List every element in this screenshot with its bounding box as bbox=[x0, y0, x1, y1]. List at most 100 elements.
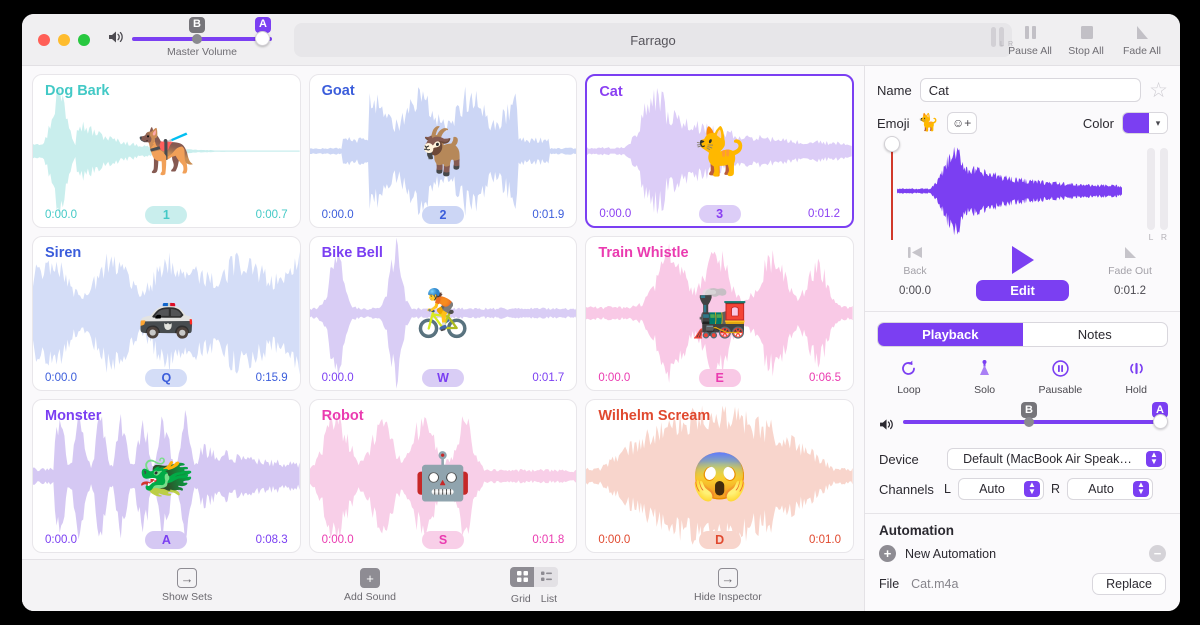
pause-all-button[interactable]: Pause All bbox=[1004, 20, 1056, 57]
name-input[interactable] bbox=[919, 78, 1142, 102]
add-sound-button[interactable]: + Add Sound bbox=[344, 568, 396, 603]
minimize-button[interactable] bbox=[58, 33, 70, 46]
sound-tile[interactable]: Monster 🐲 0:00.0 A 0:08.3 bbox=[32, 398, 301, 553]
mode-hold[interactable]: Hold bbox=[1098, 359, 1174, 396]
sound-tile[interactable]: Siren 🚓 0:00.0 Q 0:15.9 bbox=[32, 236, 301, 391]
fade-out-control[interactable]: Fade Out 0:01.2 bbox=[1094, 244, 1166, 297]
sound-tile-emoji: 🐐 bbox=[414, 125, 472, 178]
pause-circle-icon[interactable] bbox=[1023, 359, 1099, 381]
sound-tile-hotkey[interactable]: 1 bbox=[145, 206, 188, 225]
inspector-waveform[interactable]: L R bbox=[877, 136, 1168, 242]
star-icon[interactable]: ☆ bbox=[1149, 80, 1168, 101]
close-button[interactable] bbox=[38, 33, 50, 46]
fade-out-icon[interactable] bbox=[1094, 244, 1166, 264]
channel-left-select[interactable]: Auto ▲ ▼ bbox=[957, 478, 1044, 500]
fade-all-button[interactable]: Fade All bbox=[1116, 20, 1168, 57]
minus-circle-icon[interactable]: − bbox=[1149, 545, 1166, 562]
chevron-down-icon[interactable]: ▾ bbox=[1149, 113, 1167, 133]
tab-notes[interactable]: Notes bbox=[1023, 323, 1168, 346]
sound-volume-control[interactable]: B A bbox=[879, 402, 1168, 434]
plus-circle-icon[interactable]: + bbox=[879, 545, 896, 562]
mode-pausable[interactable]: Pausable bbox=[1023, 359, 1099, 396]
emoji-picker-button[interactable]: ☺+ bbox=[946, 112, 977, 134]
inspector-tabs: Playback Notes bbox=[877, 322, 1168, 347]
sound-volume-slider[interactable]: B A bbox=[903, 402, 1168, 429]
playhead-handle[interactable] bbox=[884, 136, 900, 152]
sound-tile-emoji: 🚂 bbox=[691, 287, 749, 340]
sound-tile-start-time: 0:00.0 bbox=[45, 209, 77, 222]
sound-volume-handle-a[interactable] bbox=[1153, 414, 1168, 429]
list-view-icon[interactable] bbox=[534, 566, 558, 587]
sound-tile[interactable]: Goat 🐐 0:00.0 2 0:01.9 bbox=[308, 74, 578, 229]
replace-button[interactable]: Replace bbox=[1092, 573, 1166, 595]
channel-right-stepper-icon[interactable]: ▲ ▼ bbox=[1132, 481, 1149, 497]
master-volume-control[interactable]: B A Master Volume bbox=[108, 16, 272, 58]
solo-icon[interactable] bbox=[947, 359, 1023, 381]
arrow-right-box-icon: → bbox=[177, 568, 198, 588]
sound-tile-hotkey[interactable]: E bbox=[698, 368, 741, 387]
sound-tile-name: Dog Bark bbox=[45, 83, 110, 99]
sound-volume-handle-b[interactable] bbox=[1023, 417, 1034, 427]
view-mode-segments[interactable] bbox=[510, 566, 558, 587]
mode-solo[interactable]: Solo bbox=[947, 359, 1023, 396]
sound-tile-emoji: 🐈 bbox=[691, 125, 749, 178]
traffic-lights bbox=[22, 33, 90, 46]
sound-tile[interactable]: Robot 🤖 0:00.0 S 0:01.8 bbox=[308, 398, 578, 553]
sound-volume-badge-b[interactable]: B bbox=[1020, 402, 1037, 418]
sound-tile-hotkey[interactable]: 2 bbox=[421, 206, 464, 225]
hide-inspector-button[interactable]: → Hide Inspector bbox=[694, 568, 762, 603]
view-mode-switch[interactable]: Grid List bbox=[510, 566, 558, 605]
sound-tile-hotkey[interactable]: A bbox=[145, 530, 188, 549]
back-time: 0:00.0 bbox=[899, 285, 931, 297]
color-picker-button[interactable]: ▾ bbox=[1122, 112, 1168, 134]
sound-volume-track[interactable] bbox=[903, 420, 1166, 424]
device-select[interactable]: Default (MacBook Air Speak… ▲ ▼ bbox=[947, 448, 1166, 470]
sound-tile-footer: 0:00.0 S 0:01.8 bbox=[310, 530, 577, 549]
master-volume-slider[interactable]: B A Master Volume bbox=[132, 16, 272, 58]
sound-tile-hotkey[interactable]: W bbox=[421, 368, 464, 387]
sound-tile-hotkey[interactable]: 3 bbox=[698, 205, 741, 224]
master-volume-handle-b[interactable] bbox=[192, 33, 202, 44]
master-volume-badge-b[interactable]: B bbox=[189, 16, 205, 33]
toolbar-actions: Pause All Stop All Fade All bbox=[1004, 20, 1168, 57]
grid-view-icon[interactable] bbox=[510, 566, 534, 587]
sound-tile-hotkey[interactable]: Q bbox=[145, 368, 188, 387]
play-icon[interactable] bbox=[1011, 246, 1034, 274]
sound-tile[interactable]: Dog Bark 🐕‍🦺 0:00.0 1 0:00.7 bbox=[32, 74, 301, 229]
loop-icon[interactable] bbox=[871, 359, 947, 381]
master-volume-handle-a[interactable] bbox=[255, 30, 270, 46]
emoji-value: 🐈 bbox=[917, 113, 939, 132]
sound-tile[interactable]: Bike Bell 🚴 0:00.0 W 0:01.7 bbox=[308, 236, 578, 391]
sound-tile[interactable]: Cat 🐈 0:00.0 3 0:01.2 bbox=[585, 74, 854, 229]
device-label: Device bbox=[879, 451, 919, 467]
sound-tile-hotkey[interactable]: S bbox=[421, 530, 464, 549]
inspector-divider-2 bbox=[865, 513, 1180, 514]
channel-right-select[interactable]: Auto ▲ ▼ bbox=[1066, 478, 1153, 500]
mode-loop[interactable]: Loop bbox=[871, 359, 947, 396]
emoji-label: Emoji bbox=[877, 115, 910, 131]
back-control[interactable]: Back 0:00.0 bbox=[879, 244, 951, 297]
mode-solo-label: Solo bbox=[974, 384, 996, 396]
play-control[interactable]: Edit bbox=[951, 244, 1094, 301]
stop-all-button[interactable]: Stop All bbox=[1060, 20, 1112, 57]
sound-tile-start-time: 0:00.0 bbox=[321, 371, 354, 384]
device-value: Default (MacBook Air Speak… bbox=[963, 452, 1132, 466]
stop-all-label: Stop All bbox=[1068, 45, 1104, 57]
master-volume-track[interactable] bbox=[132, 30, 272, 46]
window-body: Dog Bark 🐕‍🦺 0:00.0 1 0:00.7 Goat 🐐 0:00.0 2 0:01… bbox=[22, 66, 1180, 611]
hold-icon[interactable] bbox=[1098, 359, 1174, 381]
show-sets-button[interactable]: → Show Sets bbox=[162, 568, 212, 603]
sound-tile-hotkey[interactable]: D bbox=[698, 530, 741, 549]
zoom-button[interactable] bbox=[78, 33, 90, 46]
new-automation-row[interactable]: + New Automation − bbox=[879, 545, 1166, 562]
channels-label: Channels bbox=[879, 481, 934, 497]
sound-tile[interactable]: Wilhelm Scream 😱 0:00.0 D 0:01.0 bbox=[585, 398, 854, 553]
tab-playback[interactable]: Playback bbox=[878, 323, 1023, 346]
edit-button[interactable]: Edit bbox=[976, 280, 1069, 301]
channel-left-stepper-icon[interactable]: ▲ ▼ bbox=[1023, 481, 1040, 497]
sound-tile-end-time: 0:00.7 bbox=[255, 209, 288, 222]
back-icon[interactable] bbox=[879, 244, 951, 264]
playhead[interactable] bbox=[884, 136, 900, 240]
sound-tile[interactable]: Train Whistle 🚂 0:00.0 E 0:06.5 bbox=[585, 236, 854, 391]
device-stepper-icon[interactable]: ▲ ▼ bbox=[1146, 451, 1162, 467]
